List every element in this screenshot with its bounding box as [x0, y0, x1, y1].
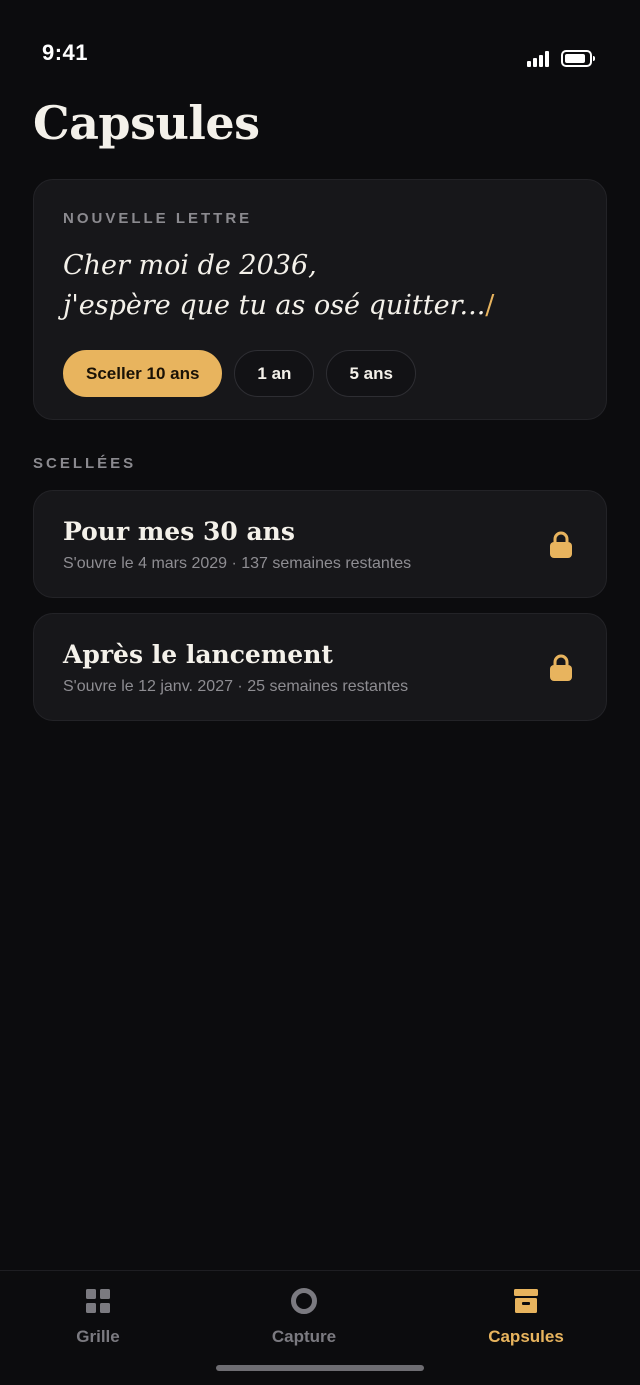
sealed-section-label: SCELLÉES — [33, 455, 137, 472]
tab-label: Capsules — [488, 1327, 564, 1346]
battery-icon — [561, 50, 595, 67]
capsule-title: Après le lancement — [63, 640, 333, 669]
seal-duration-options: Sceller 10 ans 1 an 5 ans — [63, 350, 416, 397]
capsule-item[interactable]: Pour mes 30 ans S'ouvre le 4 mars 2029 ·… — [33, 490, 607, 598]
seal-1-year-chip[interactable]: 1 an — [234, 350, 315, 397]
cellular-signal-icon — [527, 51, 551, 67]
archive-box-icon — [514, 1289, 538, 1313]
letter-text-input[interactable]: Cher moi de 2036, j'espère que tu as osé… — [63, 246, 583, 326]
letter-line-2-text: j'espère que tu as osé quitter... — [63, 290, 486, 321]
seal-10-years-button[interactable]: Sceller 10 ans — [63, 350, 223, 397]
capsule-subtitle: S'ouvre le 12 janv. 2027 · 25 semaines r… — [63, 678, 409, 695]
letter-line-1: Cher moi de 2036, — [63, 250, 317, 281]
grid-icon — [86, 1289, 110, 1313]
tab-label: Capture — [271, 1327, 337, 1346]
tab-label: Grille — [76, 1327, 120, 1346]
lock-icon — [550, 531, 572, 558]
capsule-subtitle: S'ouvre le 4 mars 2029 · 137 semaines re… — [63, 555, 412, 572]
home-indicator[interactable] — [216, 1365, 424, 1371]
capture-icon — [291, 1288, 317, 1314]
tab-grille[interactable]: Grille — [28, 1285, 168, 1347]
lock-icon — [550, 654, 572, 681]
status-bar: 9:41 — [0, 0, 640, 90]
seal-5-years-chip[interactable]: 5 ans — [326, 350, 416, 397]
new-letter-label: NOUVELLE LETTRE — [63, 210, 253, 227]
battery-level — [565, 54, 585, 63]
letter-line-2: j'espère que tu as osé quitter.../ — [63, 286, 583, 326]
text-caret: / — [485, 290, 495, 321]
capsule-item[interactable]: Après le lancement S'ouvre le 12 janv. 2… — [33, 613, 607, 721]
new-letter-card: NOUVELLE LETTRE Cher moi de 2036, j'espè… — [33, 179, 607, 420]
capsule-title: Pour mes 30 ans — [63, 517, 295, 546]
tab-capture[interactable]: Capture — [234, 1285, 374, 1347]
tab-capsules[interactable]: Capsules — [456, 1285, 596, 1347]
page-title: Capsules — [33, 96, 260, 150]
status-time: 9:41 — [42, 40, 89, 65]
capsules-screen: 9:41 Capsules NOUVELLE LETTRE Cher moi d… — [0, 0, 640, 1385]
